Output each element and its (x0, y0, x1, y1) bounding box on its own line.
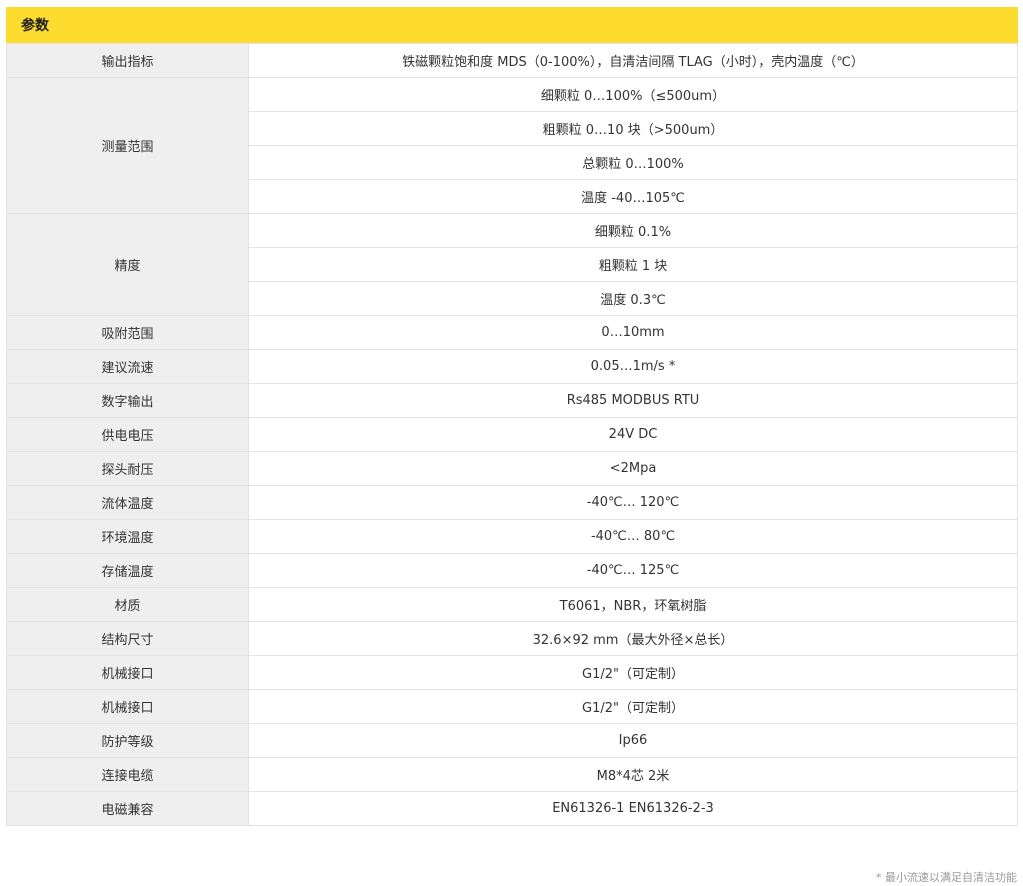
table-row: 机械接口 G1/2"（可定制） (6, 689, 1018, 724)
spec-header-title: 参数 (21, 18, 49, 34)
spec-value: 0…10mm (248, 315, 1018, 350)
table-row: 精度 细颗粒 0.1% (6, 213, 1018, 316)
spec-value: 细颗粒 0.1% (248, 213, 1018, 248)
table-row: 流体温度 -40℃… 120℃ (6, 485, 1018, 520)
spec-value: G1/2"（可定制） (248, 689, 1018, 724)
table-row: 探头耐压 <2Mpa (6, 451, 1018, 486)
spec-label: 电磁兼容 (6, 791, 249, 826)
spec-value: T6061，NBR，环氧树脂 (248, 587, 1018, 622)
spec-label: 吸附范围 (6, 315, 249, 350)
spec-label: 防护等级 (6, 723, 249, 758)
spec-value: 总颗粒 0…100% (248, 145, 1018, 180)
spec-value: -40℃… 125℃ (248, 553, 1018, 588)
spec-value: Rs485 MODBUS RTU (248, 383, 1018, 418)
table-row: 材质 T6061，NBR，环氧树脂 (6, 587, 1018, 622)
spec-value: 32.6×92 mm（最大外径×总长） (248, 621, 1018, 656)
spec-label: 输出指标 (6, 43, 249, 78)
spec-value: EN61326-1 EN61326-2-3 (248, 791, 1018, 826)
spec-label: 测量范围 (6, 77, 249, 214)
table-row: 测量范围 细颗粒 0…100%（≤500um） (6, 77, 1018, 214)
spec-label: 环境温度 (6, 519, 249, 554)
spec-label: 流体温度 (6, 485, 249, 520)
table-row: 结构尺寸 32.6×92 mm（最大外径×总长） (6, 621, 1018, 656)
spec-value: 温度 -40…105℃ (248, 179, 1018, 214)
spec-label: 数字输出 (6, 383, 249, 418)
table-row: 供电电压 24V DC (6, 417, 1018, 452)
spec-value: M8*4芯 2米 (248, 757, 1018, 792)
spec-header-bar: 参数 (6, 7, 1018, 43)
spec-value: G1/2"（可定制） (248, 655, 1018, 690)
table-row: 机械接口 G1/2"（可定制） (6, 655, 1018, 690)
spec-value: 细颗粒 0…100%（≤500um） (248, 77, 1018, 112)
spec-value: 粗颗粒 0…10 块（>500um） (248, 111, 1018, 146)
table-row: 吸附范围 0…10mm (6, 315, 1018, 350)
spec-value: Ip66 (248, 723, 1018, 758)
spec-label: 存储温度 (6, 553, 249, 588)
table-row: 存储温度 -40℃… 125℃ (6, 553, 1018, 588)
spec-label: 建议流速 (6, 349, 249, 384)
spec-value: -40℃… 120℃ (248, 485, 1018, 520)
table-row: 输出指标 铁磁颗粒饱和度 MDS（0-100%），自清洁间隔 TLAG（小时），壳… (6, 43, 1018, 78)
spec-label: 供电电压 (6, 417, 249, 452)
spec-value: 24V DC (248, 417, 1018, 452)
spec-label: 机械接口 (6, 655, 249, 690)
spec-table: 输出指标 铁磁颗粒饱和度 MDS（0-100%），自清洁间隔 TLAG（小时），壳… (6, 43, 1018, 826)
table-row: 环境温度 -40℃… 80℃ (6, 519, 1018, 554)
table-row: 防护等级 Ip66 (6, 723, 1018, 758)
footnote: * 最小流速以满足自清洁功能 (876, 871, 1017, 884)
spec-container: 参数 输出指标 铁磁颗粒饱和度 MDS（0-100%），自清洁间隔 TLAG（小时… (6, 7, 1018, 826)
spec-value: 粗颗粒 1 块 (248, 247, 1018, 282)
table-row: 建议流速 0.05…1m/s * (6, 349, 1018, 384)
spec-label: 材质 (6, 587, 249, 622)
spec-label: 精度 (6, 213, 249, 316)
table-row: 连接电缆 M8*4芯 2米 (6, 757, 1018, 792)
spec-label: 连接电缆 (6, 757, 249, 792)
spec-label: 探头耐压 (6, 451, 249, 486)
spec-label: 机械接口 (6, 689, 249, 724)
table-row: 电磁兼容 EN61326-1 EN61326-2-3 (6, 791, 1018, 826)
spec-table-body: 输出指标 铁磁颗粒饱和度 MDS（0-100%），自清洁间隔 TLAG（小时），壳… (6, 43, 1018, 826)
spec-value: -40℃… 80℃ (248, 519, 1018, 554)
spec-label: 结构尺寸 (6, 621, 249, 656)
table-row: 数字输出 Rs485 MODBUS RTU (6, 383, 1018, 418)
spec-value: 温度 0.3℃ (248, 281, 1018, 316)
spec-value: 0.05…1m/s * (248, 349, 1018, 384)
spec-value: 铁磁颗粒饱和度 MDS（0-100%），自清洁间隔 TLAG（小时），壳内温度（… (248, 43, 1018, 78)
spec-value: <2Mpa (248, 451, 1018, 486)
